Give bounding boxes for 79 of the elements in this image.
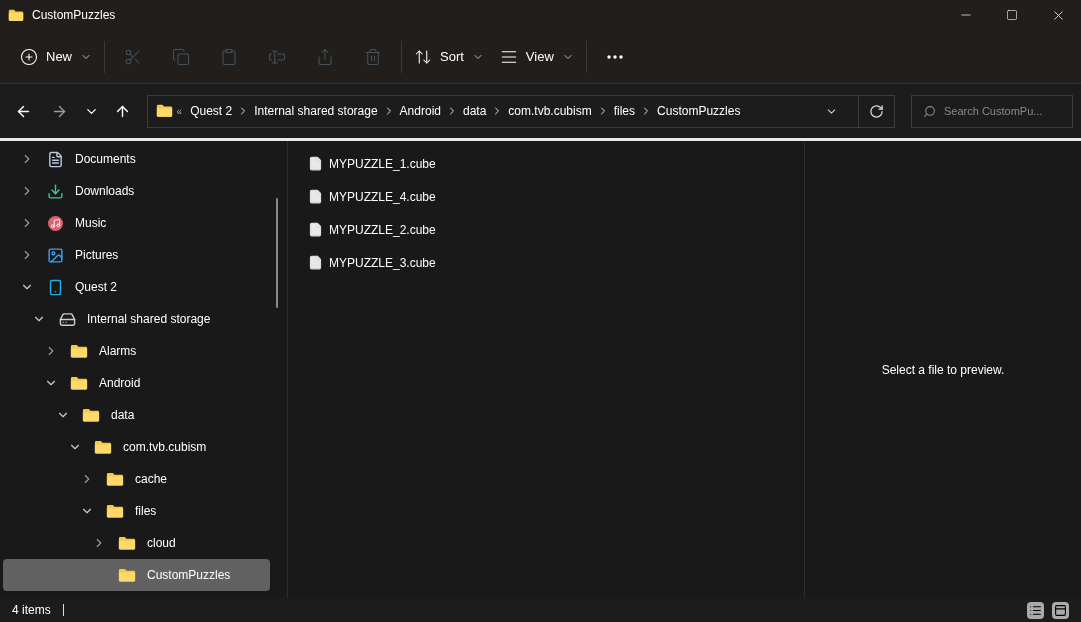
folder-icon — [106, 471, 124, 487]
folder-icon — [106, 503, 124, 519]
tree-item-label: Quest 2 — [75, 279, 118, 296]
file-name: MYPUZZLE_2.cube — [329, 221, 436, 239]
file-name: MYPUZZLE_1.cube — [329, 155, 436, 173]
folder-icon — [70, 343, 88, 359]
tree-item[interactable]: files — [3, 495, 270, 527]
tree-item-label: cloud — [147, 535, 176, 552]
tree-item-label: Music — [75, 215, 107, 232]
tree-item[interactable]: cloud — [3, 527, 270, 559]
file-icon — [308, 222, 323, 237]
tree-item-label: Downloads — [75, 183, 135, 200]
tree-item[interactable]: Quest 2 — [3, 271, 270, 303]
tree-item[interactable]: com.tvb.cubism — [3, 431, 270, 463]
tree-item-label: Alarms — [99, 343, 137, 360]
tree-item-label: Android — [99, 375, 141, 392]
preview-message: Select a file to preview. — [881, 361, 1005, 379]
tree-item-label: Internal shared storage — [87, 311, 211, 328]
refresh-icon[interactable] — [869, 103, 884, 119]
breadcrumb-item[interactable]: com.tvb.cubism — [508, 102, 592, 120]
breadcrumb-item[interactable]: Internal shared storage — [254, 102, 378, 120]
tree-item[interactable]: Pictures — [3, 239, 270, 271]
tree-item[interactable]: Downloads — [3, 175, 270, 207]
search-field[interactable]: Search CustomPu... — [911, 94, 1073, 128]
tree-item[interactable]: CustomPuzzles — [3, 559, 270, 591]
new-button[interactable]: New — [12, 38, 100, 75]
download-icon — [46, 182, 64, 200]
folder-icon — [82, 407, 100, 423]
breadcrumb-item[interactable]: Android — [399, 102, 441, 120]
item-count: 4 items — [12, 602, 51, 619]
music-icon — [47, 215, 63, 231]
breadcrumb-item[interactable]: Quest 2 — [190, 102, 233, 120]
tree-item[interactable]: Android — [3, 367, 270, 399]
file-name: MYPUZZLE_4.cube — [329, 188, 436, 206]
tree-item-label: files — [135, 503, 157, 520]
file-name: MYPUZZLE_3.cube — [329, 254, 436, 272]
tree-item[interactable]: cache — [3, 463, 270, 495]
pictures-icon — [46, 246, 64, 264]
file-item[interactable]: MYPUZZLE_2.cube — [308, 213, 804, 246]
address-bar[interactable]: « Quest 2 Internal shared storage Android data com.tvb.cubism files CustomPuzzles — [146, 94, 895, 128]
maximize-icon — [1006, 9, 1018, 21]
tree-item[interactable]: data — [3, 399, 270, 431]
tree-item-label: cache — [135, 471, 168, 488]
tree-item[interactable]: Alarms — [3, 335, 270, 367]
drive-icon — [58, 310, 76, 328]
list-icon — [1029, 603, 1042, 617]
file-icon — [308, 255, 323, 270]
details-view-button[interactable] — [1027, 601, 1044, 619]
search-icon — [923, 104, 936, 118]
tree-item-label: CustomPuzzles — [147, 567, 231, 584]
window-title: CustomPuzzles — [32, 7, 116, 24]
file-item[interactable]: MYPUZZLE_3.cube — [308, 246, 804, 279]
tree-item-label: com.tvb.cubism — [123, 439, 207, 456]
folder-icon — [94, 439, 112, 455]
file-item[interactable]: MYPUZZLE_1.cube — [308, 147, 804, 180]
tree-item[interactable]: Internal shared storage — [3, 303, 270, 335]
document-icon — [46, 150, 64, 168]
tree-item-label: Documents — [75, 151, 136, 168]
preview-view-button[interactable] — [1052, 601, 1069, 619]
folder-icon — [8, 8, 24, 22]
folder-icon — [118, 567, 136, 583]
folder-icon — [118, 535, 136, 551]
panel-icon — [1054, 603, 1067, 617]
tree-item[interactable]: Music — [3, 207, 270, 239]
view-button[interactable]: View — [491, 38, 582, 75]
sort-button[interactable]: Sort — [406, 38, 492, 75]
file-item[interactable]: MYPUZZLE_4.cube — [308, 180, 804, 213]
scrollbar-thumb[interactable] — [276, 198, 278, 308]
file-icon — [308, 156, 323, 171]
tree-item[interactable]: Documents — [3, 143, 270, 175]
file-icon — [308, 189, 323, 204]
tree-item-label: data — [111, 407, 135, 424]
tree-item-label: Pictures — [75, 247, 119, 264]
breadcrumb-item[interactable]: files — [613, 102, 636, 120]
breadcrumb-item[interactable]: data — [463, 102, 487, 120]
overflow-indicator[interactable]: « — [176, 103, 183, 119]
folder-icon — [70, 375, 88, 391]
folder-icon — [155, 104, 173, 118]
breadcrumb-item[interactable]: CustomPuzzles — [657, 102, 741, 120]
